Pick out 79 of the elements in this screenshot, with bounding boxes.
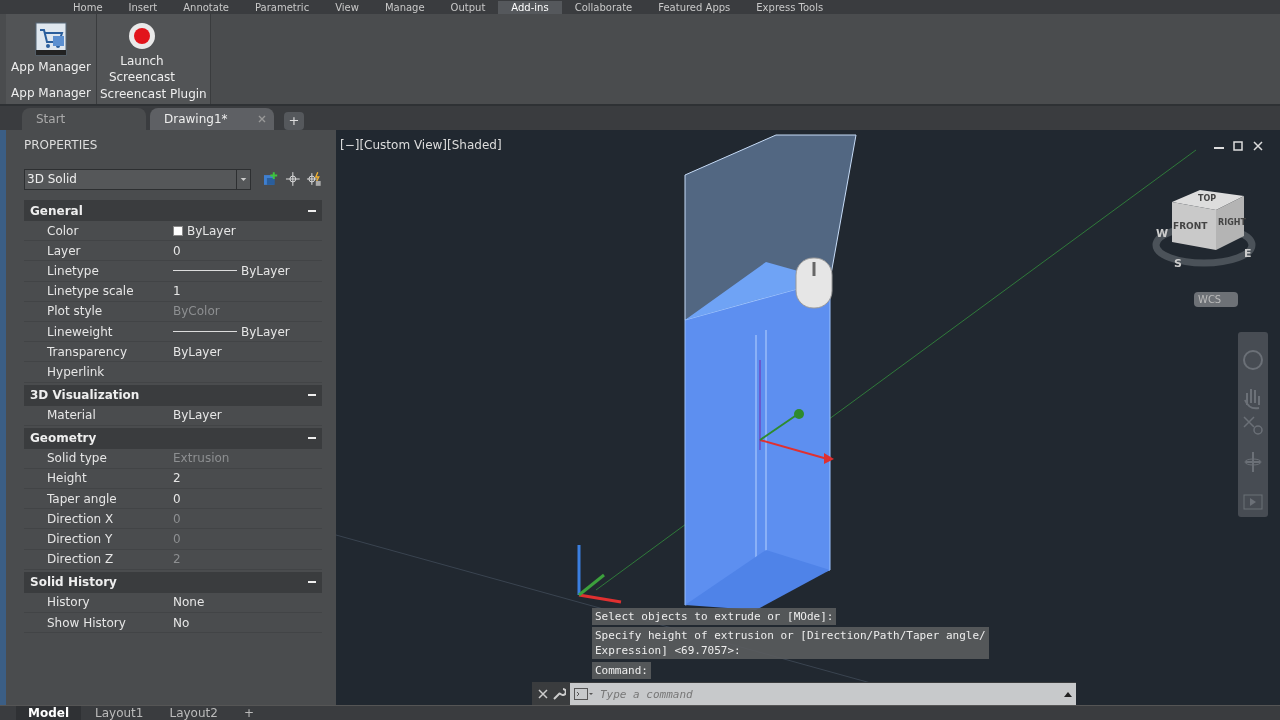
new-tab-button[interactable]: +: [284, 112, 304, 130]
property-value[interactable]: ByLayer: [171, 261, 322, 282]
property-value[interactable]: 2: [171, 468, 322, 490]
color-swatch-icon: [173, 225, 183, 236]
ribbon-tab[interactable]: Parametric: [242, 1, 323, 14]
compass-label[interactable]: W: [1156, 226, 1169, 243]
viewcube-drawing: [1172, 190, 1244, 250]
property-value[interactable]: None: [171, 592, 322, 613]
layout-tab[interactable]: Model: [16, 706, 82, 720]
viewcube-face-label[interactable]: TOP: [1198, 193, 1217, 205]
property-value[interactable]: 0: [171, 489, 322, 510]
property-value[interactable]: ByLayer: [171, 321, 322, 343]
mouse-icon: [795, 257, 833, 309]
property-label: Solid type: [47, 448, 171, 469]
ribbon-button[interactable]: App Manager: [9, 22, 93, 75]
section-header[interactable]: 3D Visualization: [24, 384, 322, 406]
command-prompt-icon[interactable]: [574, 688, 594, 700]
ribbon-tab[interactable]: Insert: [115, 1, 171, 14]
cart-icon: [34, 22, 68, 56]
property-label: Direction X: [47, 509, 171, 530]
ribbon-tab[interactable]: Featured Apps: [645, 1, 744, 14]
ribbon-tab[interactable]: View: [322, 1, 372, 14]
line-sample-icon: [173, 330, 237, 334]
ribbon-tab[interactable]: Collaborate: [561, 1, 646, 14]
panel-title: Screencast Plugin: [100, 86, 207, 103]
wrench-icon[interactable]: [552, 687, 566, 701]
ribbon-tab[interactable]: Express Tools: [743, 1, 837, 14]
document-tab[interactable]: Start: [22, 108, 146, 130]
caret-icon[interactable]: [1064, 691, 1072, 697]
property-label: Direction Z: [47, 549, 171, 570]
section-header[interactable]: Geometry: [24, 427, 322, 449]
property-label: Plot style: [47, 301, 171, 322]
ribbon-tab[interactable]: Manage: [371, 1, 438, 14]
new-layout-button[interactable]: +: [231, 706, 266, 720]
ribbon-tab[interactable]: Output: [437, 1, 499, 14]
property-label: Height: [47, 468, 171, 490]
object-type-select[interactable]: 3D Solid: [24, 168, 252, 190]
property-label: Linetype: [47, 261, 171, 282]
property-label: History: [47, 592, 171, 613]
property-label: Transparency: [47, 342, 171, 363]
property-label: Taper angle: [47, 489, 171, 510]
quick-select-icon[interactable]: [306, 171, 322, 187]
command-input[interactable]: Type a command: [570, 683, 1076, 705]
ribbon-tab[interactable]: Add-ins: [498, 1, 562, 14]
property-label: Material: [47, 405, 171, 426]
line-sample-icon: [173, 269, 237, 273]
compass-label[interactable]: S: [1174, 256, 1182, 273]
property-value[interactable]: No: [171, 613, 322, 634]
ribbon-tab[interactable]: Annotate: [170, 1, 242, 14]
close-icon[interactable]: [538, 689, 548, 699]
section-header[interactable]: General: [24, 200, 322, 221]
property-label: Direction Y: [47, 529, 171, 550]
property-label: Lineweight: [47, 321, 171, 343]
ribbon-tab[interactable]: Home: [60, 1, 116, 14]
property-value[interactable]: ByLayer: [171, 405, 322, 426]
layout-tab[interactable]: Layout1: [83, 706, 156, 720]
property-value[interactable]: ByLayer: [171, 221, 322, 242]
property-value[interactable]: ByLayer: [171, 342, 322, 363]
collapse-icon[interactable]: [308, 391, 316, 399]
layout-tab[interactable]: Layout2: [157, 706, 230, 720]
property-label: Color: [47, 221, 171, 242]
ribbon-button[interactable]: Launch Screencast: [100, 22, 184, 85]
compass-label[interactable]: E: [1244, 246, 1252, 263]
restore-icon[interactable]: [1233, 141, 1243, 151]
property-label: Layer: [47, 241, 171, 262]
section-header[interactable]: Solid History: [24, 571, 322, 593]
ucs-icon: [577, 545, 622, 604]
add-selection-icon[interactable]: [263, 171, 279, 187]
property-value[interactable]: 0: [171, 241, 322, 262]
property-label: Hyperlink: [47, 362, 171, 383]
panel-title: PROPERTIES: [24, 137, 99, 154]
property-label: Linetype scale: [47, 281, 171, 302]
viewport-label[interactable]: [−][Custom View][Shaded]: [340, 136, 502, 154]
property-value[interactable]: 1: [171, 281, 322, 302]
record-icon: [128, 22, 156, 50]
select-objects-icon[interactable]: [284, 171, 301, 187]
document-tab[interactable]: Drawing1*: [150, 108, 274, 130]
panel-title: App Manager: [10, 85, 92, 102]
property-label: Show History: [47, 613, 171, 634]
